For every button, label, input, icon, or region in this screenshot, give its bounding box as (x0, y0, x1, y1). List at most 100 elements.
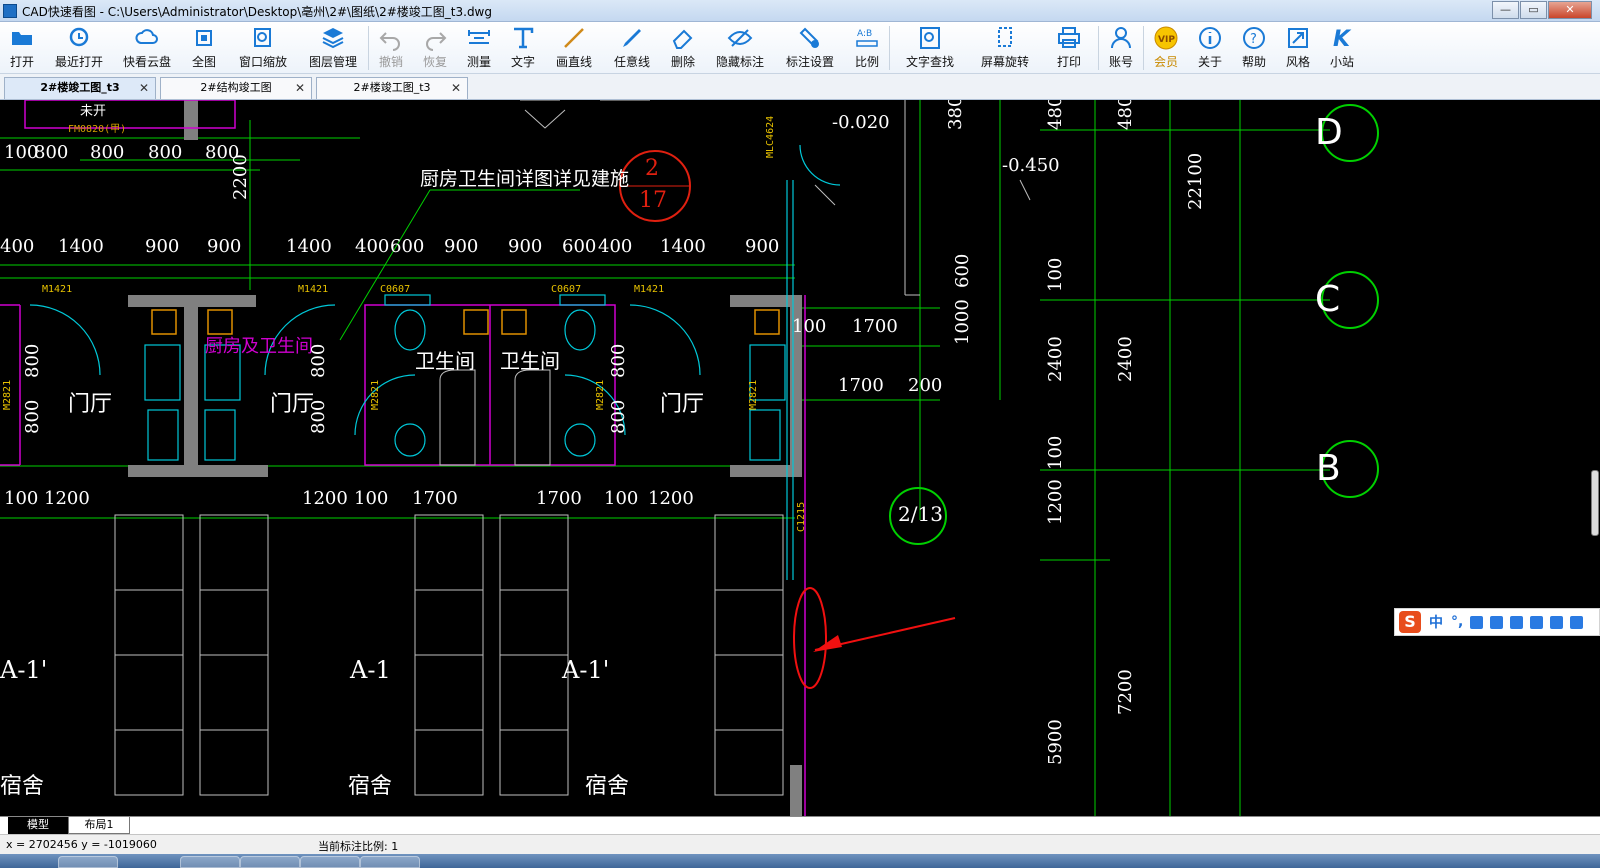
toolbar-button-undo[interactable]: 撤销 (369, 22, 413, 74)
dim-label: 400 (598, 236, 633, 257)
toolbar-button-folder-open[interactable]: 打开 (0, 22, 44, 74)
folder-open-icon (9, 26, 35, 50)
room-label: 门厅 (660, 392, 705, 417)
vertical-dim-label: 22100 (1185, 152, 1206, 210)
recent-icon (66, 26, 92, 50)
taskbar-app[interactable] (180, 856, 240, 868)
microphone-icon[interactable] (1490, 615, 1504, 629)
vertical-dim-label: 5900 (1045, 719, 1066, 765)
door-tag: FM0820(甲) (68, 124, 127, 135)
tab-close-icon[interactable]: ✕ (139, 78, 149, 98)
tab-close-icon[interactable]: ✕ (451, 78, 461, 98)
drawing-canvas[interactable]: 100 800 800 800 800 400 1400 900 900 140… (0, 100, 1600, 816)
restore-button[interactable]: ▭ (1520, 1, 1547, 19)
grid-menu-icon[interactable] (1570, 615, 1584, 629)
toolbar-button-label: 打印 (1056, 55, 1081, 69)
vertical-dim-label: 7200 (1115, 669, 1136, 715)
toolbar-button-vip[interactable]: VIP 会员 (1144, 22, 1188, 74)
taskbar-app[interactable] (300, 856, 360, 868)
toolbar-button-layers[interactable]: 图层管理 (298, 22, 368, 74)
room-label: 宿舍 (348, 774, 393, 799)
vertical-dim-label: 800 (22, 399, 43, 434)
dim-label: 900 (145, 236, 180, 257)
vertical-dim-label: 3800 (945, 100, 966, 130)
skin-icon[interactable] (1550, 615, 1564, 629)
tab-close-icon[interactable]: ✕ (295, 78, 305, 98)
callout-sheet: 17 (639, 188, 667, 213)
toolbar-button-eraser[interactable]: 删除 (661, 22, 705, 74)
toolbar-button-recent[interactable]: 最近打开 (44, 22, 114, 74)
emoji-icon[interactable] (1470, 615, 1484, 629)
user-icon[interactable] (1530, 615, 1544, 629)
door-tag: M2821 (748, 379, 759, 410)
toolbar-button-rotate-screen[interactable]: 屏幕旋转 (970, 22, 1040, 74)
layout-tab-model[interactable]: 模型 (8, 817, 68, 834)
toolbar-button-eye-hide[interactable]: 隐藏标注 (705, 22, 775, 74)
toolbar-button-label: 文字 (510, 55, 535, 69)
toolbar-button-label: 小站 (1329, 55, 1354, 69)
toolbar-button-scale[interactable]: A:B 比例 (845, 22, 889, 74)
door-tag: M2821 (2, 379, 13, 410)
toolbar-button-freehand[interactable]: 任意线 (603, 22, 661, 74)
cad-drawing (0, 100, 1379, 816)
redo-icon (422, 26, 448, 51)
taskbar-app[interactable] (58, 856, 118, 868)
callout-number: 2 (645, 156, 659, 181)
toolbar-button-annotation-settings[interactable]: 标注设置 (775, 22, 845, 74)
keyboard-icon[interactable] (1510, 615, 1524, 629)
dim-label: 800 (148, 142, 183, 163)
toolbar-button-window-zoom[interactable]: 窗口缩放 (228, 22, 298, 74)
toolbar-button-fit-all[interactable]: 全图 (180, 22, 228, 74)
toolbar-button-text[interactable]: 文字 (501, 22, 545, 74)
vertical-dim-label: 4800 (1115, 100, 1136, 130)
info-icon (1197, 26, 1223, 50)
dim-label: 100 (354, 488, 389, 509)
door-tag: C0607 (551, 284, 582, 295)
axis-label-c: C (1315, 279, 1341, 320)
svg-text:K: K (1333, 27, 1352, 51)
room-label: 厨房及卫生间 (205, 336, 313, 357)
toolbar-button-label: 帮助 (1241, 55, 1266, 69)
toolbar-button-style[interactable]: 风格 (1276, 22, 1320, 74)
dim-label: 600 (562, 236, 597, 257)
vertical-dim-label: 800 (608, 343, 629, 378)
tab-drawing-t3-copy[interactable]: 2#楼竣工图_t3 ✕ (316, 77, 468, 99)
taskbar-app[interactable] (240, 856, 300, 868)
door-tag: M2821 (370, 379, 381, 410)
tab-drawing-t3[interactable]: 2#楼竣工图_t3 ✕ (4, 77, 156, 99)
vertical-dim-label: 800 (22, 343, 43, 378)
toolbar-button-label: 账号 (1108, 55, 1133, 69)
toolbar-button-text-search[interactable]: 文字查找 (890, 22, 970, 74)
door-tag: M2821 (595, 379, 606, 410)
svg-text:VIP: VIP (1158, 35, 1175, 45)
toolbar-button-info[interactable]: 关于 (1188, 22, 1232, 74)
toolbar-button-printer[interactable]: 打印 (1040, 22, 1098, 74)
layout-tab-layout1[interactable]: 布局1 (68, 817, 130, 834)
toolbar-button-line[interactable]: 画直线 (545, 22, 603, 74)
minimize-button[interactable]: — (1492, 1, 1519, 19)
close-button[interactable]: ✕ (1548, 1, 1592, 19)
vertical-dim-label: 100 (1045, 257, 1066, 292)
toolbar-button-measure[interactable]: 测量 (457, 22, 501, 74)
window-title: CAD快速看图 - C:\Users\Administrator\Desktop… (22, 5, 492, 19)
status-bar: x = 2702456 y = -1019060 当前标注比例: 1 (0, 834, 1600, 854)
toolbar-button-help[interactable]: ? 帮助 (1232, 22, 1276, 74)
ime-toolbar[interactable]: S 中 °, (1394, 608, 1600, 636)
document-tab-bar: 2#楼竣工图_t3 ✕ 2#结构竣工图 ✕ 2#楼竣工图_t3 ✕ (0, 74, 1600, 100)
taskbar-app[interactable] (360, 856, 420, 868)
dim-label: 100 (4, 488, 39, 509)
toolbar-button-cloud[interactable]: 快看云盘 (114, 22, 180, 74)
vertical-scrollbar-grip[interactable] (1591, 470, 1599, 536)
sogou-logo-icon: S (1399, 611, 1421, 633)
dim-label: 1400 (286, 236, 332, 257)
tab-structure[interactable]: 2#结构竣工图 ✕ (160, 77, 312, 99)
toolbar-button-redo[interactable]: 恢复 (413, 22, 457, 74)
ime-punct[interactable]: °, (1451, 614, 1463, 630)
toolbar-button-label: 画直线 (555, 55, 592, 69)
ime-mode[interactable]: 中 (1429, 612, 1443, 632)
dim-label: 400 (355, 236, 390, 257)
toolbar-button-user[interactable]: 账号 (1099, 22, 1143, 74)
room-label: 卫生间 (415, 349, 475, 373)
dim-label: 1200 (44, 488, 90, 509)
toolbar-button-k-site[interactable]: K 小站 (1320, 22, 1364, 74)
